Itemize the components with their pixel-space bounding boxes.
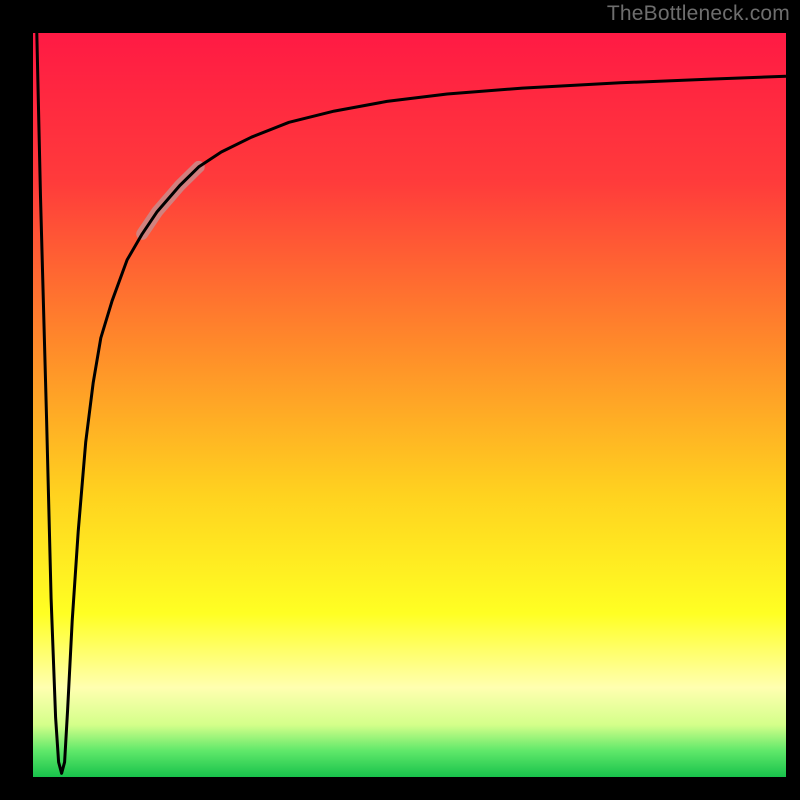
curve-layer (33, 33, 786, 777)
chart-frame: TheBottleneck.com (0, 0, 800, 800)
plot-area (33, 33, 786, 777)
watermark-text: TheBottleneck.com (607, 2, 790, 26)
bottleneck-curve (37, 33, 786, 773)
